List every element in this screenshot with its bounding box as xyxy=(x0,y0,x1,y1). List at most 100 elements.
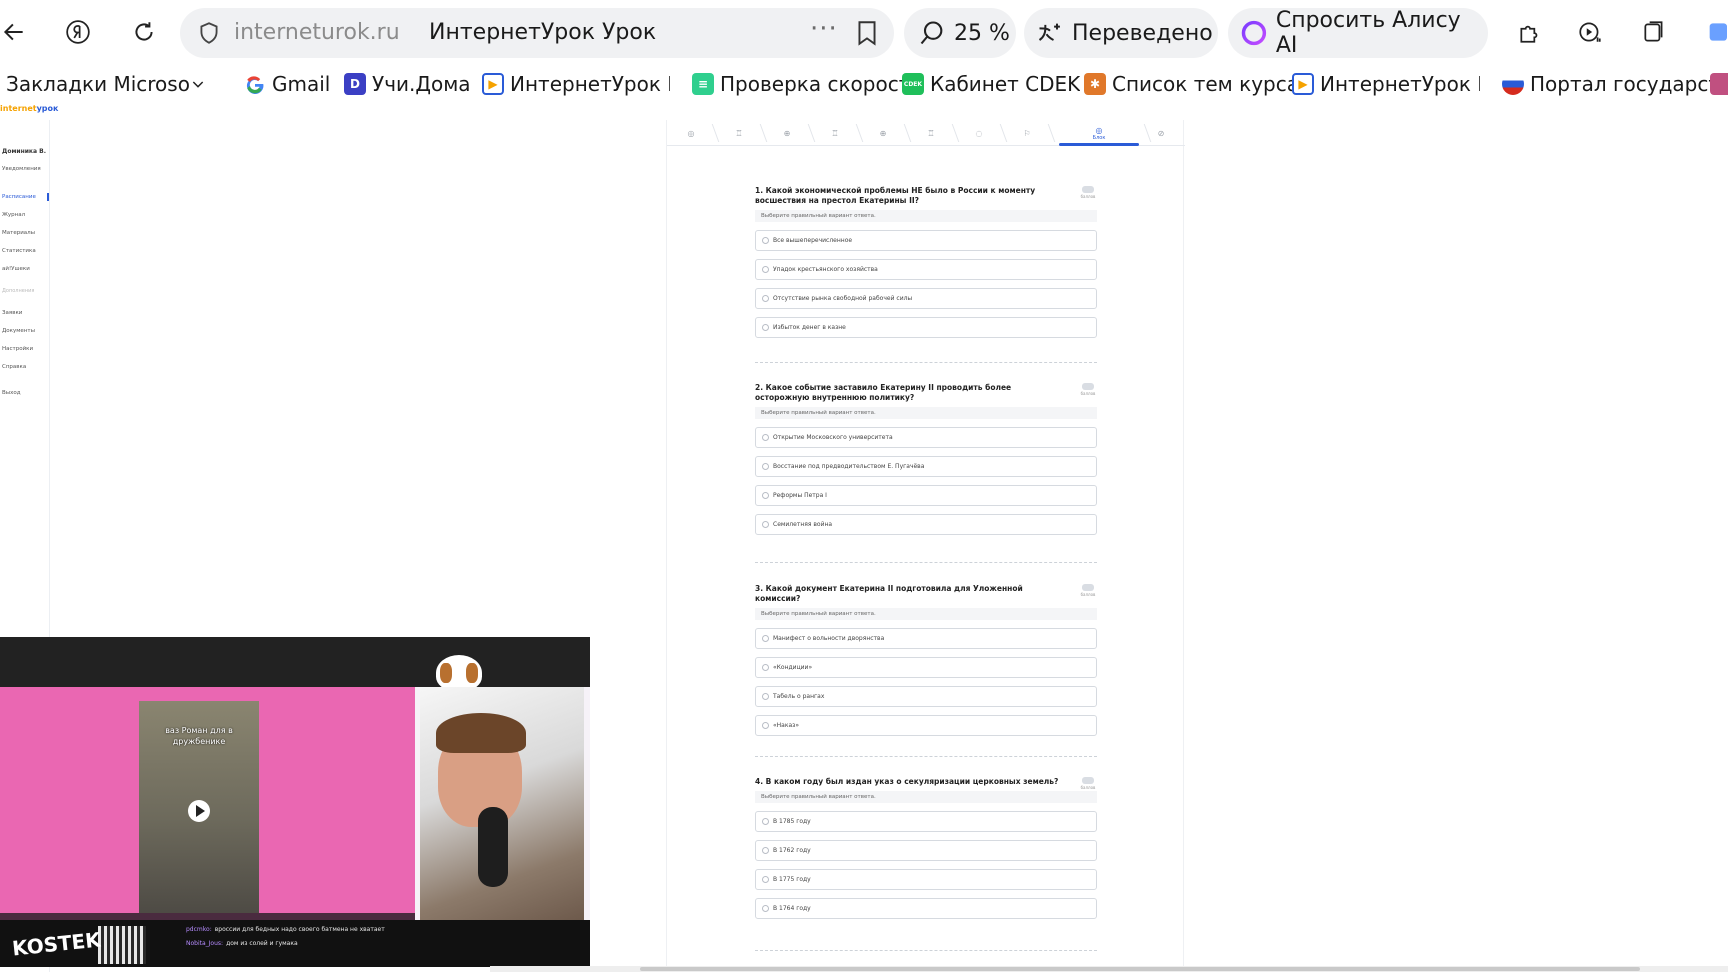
address-bar[interactable]: interneturok.ru ИнтернетУрок Урок ··· xyxy=(180,8,894,58)
nav-documents[interactable]: Документы xyxy=(2,328,35,334)
media-button[interactable] xyxy=(1570,12,1610,52)
zoom-level: 25 % xyxy=(954,20,1010,46)
answer-option[interactable]: «Кондиции» xyxy=(755,657,1097,678)
option-label: Все вышеперечисленное xyxy=(773,237,853,244)
answer-option[interactable]: Табель о рангах xyxy=(755,686,1097,707)
collections-icon xyxy=(1644,21,1663,42)
horizontal-scrollbar[interactable] xyxy=(490,966,1728,972)
logo-part-a: internet xyxy=(0,104,37,113)
picture-in-picture-window[interactable]: ваз Роман для в дружбенике KOSTEK pdcmko… xyxy=(0,637,590,967)
bookmark-label: Проверка скорост xyxy=(720,72,910,96)
answer-option[interactable]: В 1764 году xyxy=(755,898,1097,919)
bookmark-interneturok-1[interactable]: ▶ ИнтернетУрок Ра xyxy=(482,70,670,98)
collections-button[interactable] xyxy=(1634,12,1674,52)
bookmark-gmail[interactable]: Gmail xyxy=(244,70,330,98)
bookmark-overflow[interactable] xyxy=(1710,70,1728,98)
bookmark-folder-microsoft[interactable]: Закладки Microsoft E xyxy=(6,70,206,98)
zoom-button[interactable]: 25 % xyxy=(904,8,1016,58)
question-title: 3. Какой документ Екатерина II подготови… xyxy=(755,584,1023,603)
question-card: 4. В каком году был издан указ о секуляр… xyxy=(755,777,1097,919)
answer-option[interactable]: Все вышеперечисленное xyxy=(755,230,1097,251)
ask-alice-button[interactable]: Спросить Алису AI xyxy=(1228,8,1488,58)
step-trophy-icon[interactable]: ♖ xyxy=(715,120,763,146)
question-hint: Выберите правильный вариант ответа. xyxy=(755,608,1097,620)
step-trophy-icon[interactable]: ♖ xyxy=(811,120,859,146)
nav-schedule[interactable]: Расписание xyxy=(2,194,36,200)
answer-option[interactable]: В 1762 году xyxy=(755,840,1097,861)
user-name[interactable]: Доминика В. xyxy=(2,148,46,155)
step-video-icon[interactable]: ⊕ xyxy=(763,120,811,146)
translated-label: Переведено xyxy=(1072,20,1213,46)
nav-statistics[interactable]: Статистика xyxy=(2,248,36,254)
gosuslugi-icon xyxy=(1502,73,1524,95)
play-icon[interactable] xyxy=(188,800,210,822)
answer-option[interactable]: Упадок крестьянского хозяйства xyxy=(755,259,1097,280)
bookmark-gosuslugi[interactable]: Портал государст xyxy=(1502,70,1716,98)
bookmark-interneturok-2[interactable]: ▶ ИнтернетУрок Ра xyxy=(1292,70,1480,98)
active-nav-marker xyxy=(47,193,49,201)
nav-help[interactable]: Справка xyxy=(2,364,26,370)
stream-screen: ваз Роман для в дружбенике xyxy=(0,687,415,920)
answer-option[interactable]: В 1785 году xyxy=(755,811,1097,832)
google-icon xyxy=(244,73,266,95)
step-intro-icon[interactable]: ◎ xyxy=(667,120,715,146)
points-badge: баллов xyxy=(1079,777,1097,790)
answer-option[interactable]: В 1775 году xyxy=(755,869,1097,890)
bookmark-uchi[interactable]: D Учи.Дома xyxy=(344,70,471,98)
option-label: Отсутствие рынка свободной рабочей силы xyxy=(773,295,913,302)
reload-button[interactable] xyxy=(124,12,164,52)
answer-option[interactable]: «Наказ» xyxy=(755,715,1097,736)
ask-alice-label: Спросить Алису AI xyxy=(1275,8,1461,58)
option-label: Открытие Московского университета xyxy=(773,434,893,441)
step-finish-icon[interactable]: ⊘ xyxy=(1137,120,1185,146)
nav-notifications[interactable]: Уведомления xyxy=(2,166,41,172)
bookmark-icon[interactable] xyxy=(854,19,880,47)
points-badge: баллов xyxy=(1079,383,1097,396)
answer-option[interactable]: Реформы Петра I xyxy=(755,485,1097,506)
nav-logout[interactable]: Выход xyxy=(2,390,21,396)
nav-settings[interactable]: Настройки xyxy=(2,346,33,352)
back-button[interactable] xyxy=(0,12,34,52)
question-divider xyxy=(755,756,1097,757)
answer-option[interactable]: Восстание под предводительством Е. Пугач… xyxy=(755,456,1097,477)
nav-ushki[interactable]: ай!Ушеки xyxy=(2,266,30,272)
step-flag-icon[interactable]: ⚐ xyxy=(1003,120,1051,146)
nav-journal[interactable]: Журнал xyxy=(2,212,25,218)
step-trophy-icon[interactable]: ♖ xyxy=(907,120,955,146)
option-label: В 1775 году xyxy=(773,876,811,883)
profile-button[interactable] xyxy=(1700,12,1728,52)
bookmark-speedtest[interactable]: ≡ Проверка скорост xyxy=(692,70,910,98)
site-logo[interactable]: internetурок xyxy=(0,104,58,113)
nav-requests[interactable]: Заявки xyxy=(2,310,22,316)
extensions-button[interactable] xyxy=(1510,12,1550,52)
answer-option[interactable]: Семилетняя война xyxy=(755,514,1097,535)
course-icon: ✱ xyxy=(1084,73,1106,95)
cdek-icon: CDEK xyxy=(902,73,924,95)
chevron-down-icon xyxy=(192,81,204,88)
points-label: баллов xyxy=(1080,391,1096,396)
answer-option[interactable]: Манифест о вольности дворянства xyxy=(755,628,1097,649)
nav-materials[interactable]: Материалы xyxy=(2,230,35,236)
step-chat-icon[interactable]: ◌ xyxy=(955,120,1003,146)
scrollbar-thumb[interactable] xyxy=(640,967,1640,971)
bookmark-course-topics[interactable]: ✱ Список тем курса xyxy=(1084,70,1298,98)
address-domain: interneturok.ru xyxy=(234,20,400,45)
yandex-button[interactable] xyxy=(58,12,98,52)
answer-option[interactable]: Открытие Московского университета xyxy=(755,427,1097,448)
step-active-label: Блок xyxy=(1092,134,1106,141)
answer-option[interactable]: Отсутствие рынка свободной рабочей силы xyxy=(755,288,1097,309)
option-label: «Наказ» xyxy=(773,722,800,729)
bookmark-cdek[interactable]: CDEK Кабинет CDEK xyxy=(902,70,1080,98)
chat-nick: pdcmko: xyxy=(186,926,212,933)
block-icon: ◎ xyxy=(1095,125,1103,135)
question-divider xyxy=(755,562,1097,563)
points-label: баллов xyxy=(1080,592,1096,597)
radio-icon xyxy=(762,295,769,302)
more-icon[interactable]: ··· xyxy=(810,14,838,44)
step-video-icon[interactable]: ⊕ xyxy=(859,120,907,146)
shield-icon xyxy=(200,22,218,44)
answer-option[interactable]: Избыток денег в казне xyxy=(755,317,1097,338)
video-controls-bar[interactable] xyxy=(0,913,415,920)
translated-button[interactable]: Переведено xyxy=(1024,8,1218,58)
embedded-video[interactable]: ваз Роман для в дружбенике xyxy=(139,701,259,915)
